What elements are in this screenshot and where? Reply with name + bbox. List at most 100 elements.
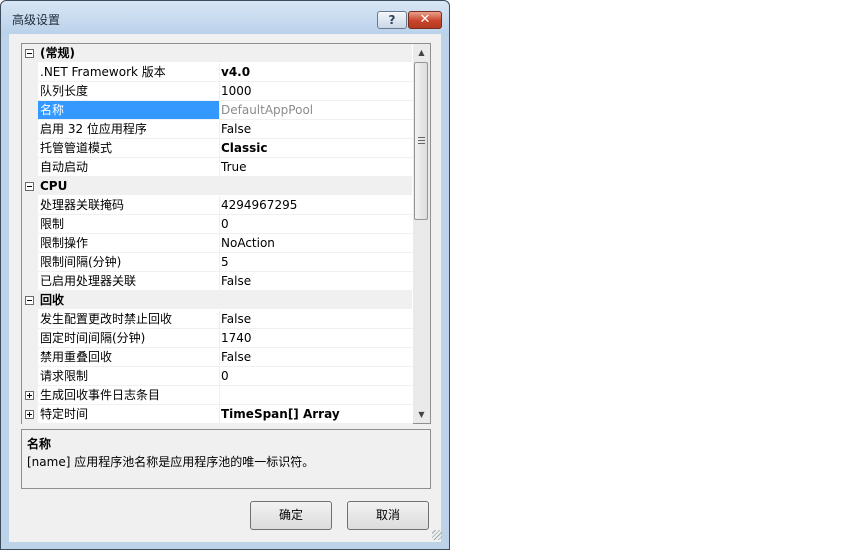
- property-value[interactable]: 0: [219, 367, 413, 386]
- category-label: (常规): [38, 44, 412, 62]
- row-gutter: [22, 291, 38, 310]
- cancel-button[interactable]: 取消: [347, 501, 429, 530]
- row-gutter: [22, 215, 38, 234]
- row-gutter: [22, 310, 38, 329]
- property-name: 特定时间: [38, 405, 220, 424]
- row-gutter: [22, 44, 38, 63]
- property-name: 托管管道模式: [38, 139, 220, 158]
- category-label: 回收: [38, 291, 412, 309]
- property-name: 限制: [38, 215, 220, 234]
- property-name: 启用 32 位应用程序: [38, 120, 220, 139]
- category-label: CPU: [38, 177, 412, 195]
- property-value[interactable]: False: [219, 120, 413, 139]
- property-row[interactable]: 处理器关联掩码 4294967295: [22, 196, 413, 215]
- property-row[interactable]: 已启用处理器关联 False: [22, 272, 413, 291]
- row-gutter: [22, 82, 38, 101]
- property-value[interactable]: [219, 386, 413, 405]
- description-text: [name] 应用程序池名称是应用程序池的唯一标识符。: [27, 455, 315, 469]
- collapse-minus-icon[interactable]: [25, 182, 34, 191]
- title-bar[interactable]: 高级设置 ? ✕: [1, 1, 449, 35]
- advanced-settings-dialog: 高级设置 ? ✕ (常规) .NET Framework 版本 v4.0 队列长度 10…: [0, 0, 450, 550]
- property-value[interactable]: 0: [219, 215, 413, 234]
- row-gutter: [22, 253, 38, 272]
- property-name: 自动启动: [38, 158, 220, 177]
- property-row[interactable]: 固定时间间隔(分钟) 1740: [22, 329, 413, 348]
- category-row[interactable]: CPU: [22, 177, 412, 196]
- close-button[interactable]: ✕: [408, 11, 442, 29]
- property-row[interactable]: 名称 DefaultAppPool: [22, 101, 413, 120]
- row-gutter: [22, 367, 38, 386]
- property-name: 队列长度: [38, 82, 220, 101]
- property-row[interactable]: 启用 32 位应用程序 False: [22, 120, 413, 139]
- property-name: 禁用重叠回收: [38, 348, 220, 367]
- window-title: 高级设置: [12, 13, 61, 27]
- help-button[interactable]: ?: [377, 11, 407, 29]
- property-value[interactable]: True: [219, 158, 413, 177]
- property-row[interactable]: 禁用重叠回收 False: [22, 348, 413, 367]
- property-value[interactable]: v4.0: [219, 63, 413, 82]
- property-value[interactable]: 1000: [219, 82, 413, 101]
- row-gutter: [22, 139, 38, 158]
- collapse-minus-icon[interactable]: [25, 296, 34, 305]
- collapse-minus-icon[interactable]: [25, 49, 34, 58]
- scroll-up-arrow-icon[interactable]: ▲: [413, 44, 430, 61]
- description-panel: 名称 [name] 应用程序池名称是应用程序池的唯一标识符。: [21, 429, 431, 489]
- ok-button[interactable]: 确定: [250, 501, 332, 530]
- description-title: 名称: [27, 437, 52, 451]
- category-row[interactable]: (常规): [22, 44, 412, 63]
- row-gutter: [22, 120, 38, 139]
- row-gutter: [22, 405, 38, 424]
- property-name: 生成回收事件日志条目: [38, 386, 220, 405]
- property-value[interactable]: DefaultAppPool: [219, 101, 413, 120]
- property-name: 限制间隔(分钟): [38, 253, 220, 272]
- row-gutter: [22, 101, 38, 120]
- property-name: 固定时间间隔(分钟): [38, 329, 220, 348]
- property-name: 限制操作: [38, 234, 220, 253]
- scrollbar-thumb[interactable]: [414, 62, 428, 220]
- property-name: .NET Framework 版本: [38, 63, 220, 82]
- vertical-scrollbar[interactable]: ▲ ▼: [413, 44, 430, 423]
- row-gutter: [22, 196, 38, 215]
- property-name: 发生配置更改时禁止回收: [38, 310, 220, 329]
- expand-plus-icon[interactable]: [25, 391, 34, 400]
- row-gutter: [22, 158, 38, 177]
- property-value[interactable]: TimeSpan[] Array: [219, 405, 413, 424]
- property-name: 名称: [38, 101, 220, 120]
- scroll-down-arrow-icon[interactable]: ▼: [413, 406, 430, 423]
- property-name: 请求限制: [38, 367, 220, 386]
- row-gutter: [22, 272, 38, 291]
- property-row[interactable]: 特定时间 TimeSpan[] Array: [22, 405, 413, 424]
- property-value[interactable]: 5: [219, 253, 413, 272]
- row-gutter: [22, 63, 38, 82]
- property-row[interactable]: 请求限制 0: [22, 367, 413, 386]
- property-row[interactable]: 托管管道模式 Classic: [22, 139, 413, 158]
- property-value[interactable]: 1740: [219, 329, 413, 348]
- property-row[interactable]: 自动启动 True: [22, 158, 413, 177]
- property-name: 处理器关联掩码: [38, 196, 220, 215]
- resize-grip-icon[interactable]: [432, 530, 442, 540]
- property-value[interactable]: 4294967295: [219, 196, 413, 215]
- property-row[interactable]: 限制操作 NoAction: [22, 234, 413, 253]
- property-row[interactable]: 发生配置更改时禁止回收 False: [22, 310, 413, 329]
- thumb-grip-icon: [418, 137, 425, 144]
- property-value[interactable]: Classic: [219, 139, 413, 158]
- property-row[interactable]: 生成回收事件日志条目: [22, 386, 413, 405]
- row-gutter: [22, 348, 38, 367]
- property-value[interactable]: NoAction: [219, 234, 413, 253]
- row-gutter: [22, 329, 38, 348]
- property-row[interactable]: 限制间隔(分钟) 5: [22, 253, 413, 272]
- category-row[interactable]: 回收: [22, 291, 412, 310]
- property-value[interactable]: False: [219, 348, 413, 367]
- property-row[interactable]: 限制 0: [22, 215, 413, 234]
- property-value[interactable]: False: [219, 310, 413, 329]
- property-row[interactable]: 队列长度 1000: [22, 82, 413, 101]
- property-value[interactable]: False: [219, 272, 413, 291]
- row-gutter: [22, 386, 38, 405]
- property-grid: (常规) .NET Framework 版本 v4.0 队列长度 1000 名称 Defau…: [21, 43, 431, 424]
- property-name: 已启用处理器关联: [38, 272, 220, 291]
- property-grid-rows: (常规) .NET Framework 版本 v4.0 队列长度 1000 名称 Defau…: [22, 44, 413, 424]
- row-gutter: [22, 177, 38, 196]
- expand-plus-icon[interactable]: [25, 410, 34, 419]
- dialog-body: (常规) .NET Framework 版本 v4.0 队列长度 1000 名称 Defau…: [9, 34, 442, 542]
- property-row[interactable]: .NET Framework 版本 v4.0: [22, 63, 413, 82]
